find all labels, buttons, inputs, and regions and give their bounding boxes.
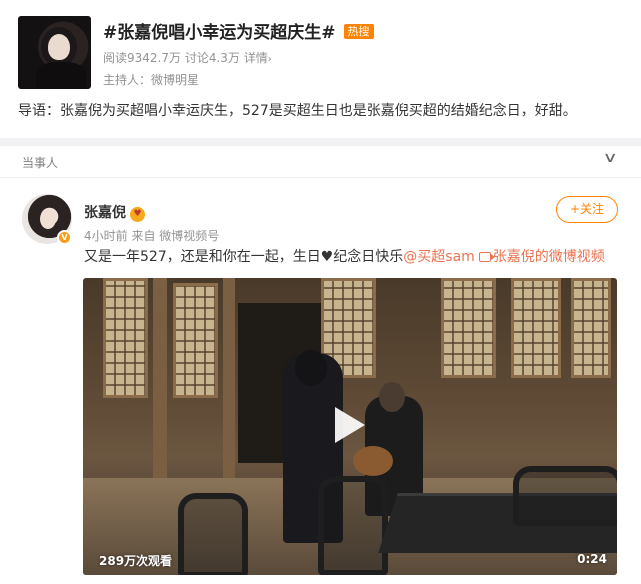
video-player[interactable]: 289万次观看 0:24 [83,278,617,575]
post-text-before: 又是一年527，还是和你在一起，生日 [84,249,321,265]
window-screen-right1 [441,278,496,378]
topic-stats: 阅读9342.7万 讨论4.3万 详情› [103,49,272,66]
section-header[interactable]: 当事人 ∨ [0,146,641,178]
guitarist-head-shape [379,382,405,412]
post-meta: 4小时前 来自 微博视频号 [84,227,219,244]
pillar-shape [153,278,167,478]
chevron-down-icon[interactable]: ∨ [602,150,617,166]
window-screen-right3 [571,278,611,378]
section-title: 当事人 [22,156,59,170]
topic-title[interactable]: #张嘉倪唱小幸运为买超庆生# 热搜 [103,18,374,43]
user-name-text: 张嘉倪 [84,205,126,221]
topic-thumbnail[interactable] [18,16,91,89]
topic-host[interactable]: 主持人：微博明星 [103,71,199,88]
pillar-shape [223,278,235,478]
video-link[interactable]: 张嘉倪的微博视频 [493,249,605,265]
member-badge-icon: ♥ [130,207,145,222]
topic-guide: 导语：张嘉倪为买超唱小幸运庆生，527是买超生日也是张嘉倪买超的结婚纪念日，好甜… [18,103,577,119]
view-count: 289万次观看 [99,554,173,568]
avatar-face-shape [40,209,56,229]
window-screen-left [103,278,148,398]
chair-shape [178,493,248,575]
discussion-count: 讨论4.3万 [184,51,240,65]
verified-badge-icon: V [57,230,72,245]
read-count: 阅读9342.7万 [103,51,181,65]
chair-shape [513,466,617,526]
chair-shape [318,476,388,575]
singer-head-shape [295,350,327,386]
post-source: 来自 微博视频号 [131,229,220,243]
video-camera-icon [478,252,495,262]
topic-title-text: #张嘉倪唱小幸运为买超庆生# [103,23,336,43]
chevron-right-icon: › [267,54,272,65]
play-icon[interactable] [335,407,365,443]
topic-card: #张嘉倪唱小幸运为买超庆生# 热搜 阅读9342.7万 讨论4.3万 详情› 主持… [0,0,641,138]
thumbnail-face-shape [48,34,70,60]
details-link[interactable]: 详情› [244,51,272,65]
feed-card: 当事人 ∨ V 张嘉倪 ♥ +关注 4小时前 来自 微博视频号 又是一年527，还… [0,146,641,584]
user-name[interactable]: 张嘉倪 ♥ [84,202,145,222]
heart-icon: ♥ [320,249,334,265]
post-text-after: 纪念日快乐 [333,249,404,265]
thumbnail-body-shape [36,62,86,89]
hot-badge: 热搜 [343,24,374,39]
mention-link[interactable]: @买超sam [403,249,475,265]
details-label: 详情 [243,51,268,65]
window-screen-right2 [511,278,561,378]
video-duration: 0:24 [577,552,607,566]
post-text: 又是一年527，还是和你在一起，生日♥纪念日快乐@买超sam 张嘉倪的微博视频 [84,246,605,266]
guitar-shape [353,446,393,476]
post-time[interactable]: 4小时前 [84,229,128,243]
follow-button[interactable]: +关注 [556,196,618,223]
window-screen-mid [173,283,218,398]
